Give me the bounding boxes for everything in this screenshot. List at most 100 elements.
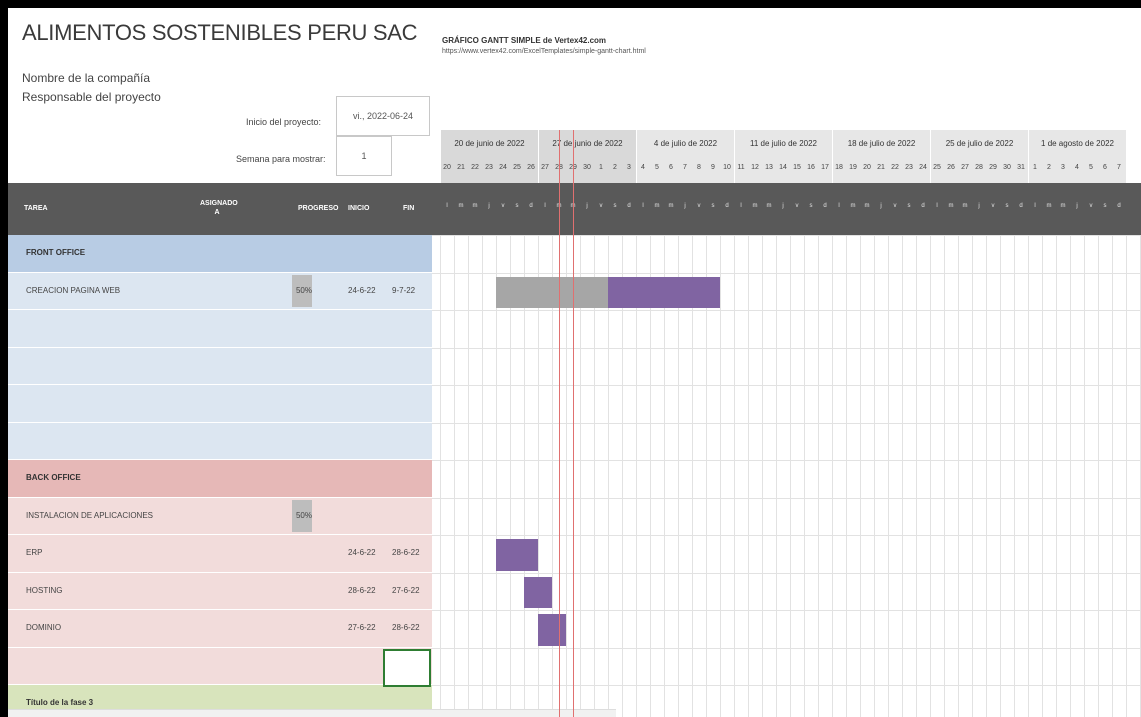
- day-letter: s: [809, 203, 813, 209]
- day-letter: m: [850, 203, 856, 209]
- display-week-label: Semana para mostrar:: [236, 154, 326, 164]
- task-name[interactable]: DOMINIO: [26, 623, 61, 632]
- selected-cell[interactable]: [383, 649, 431, 687]
- day-number: 11: [737, 164, 745, 171]
- week-label: 11 de julio de 2022: [749, 139, 818, 148]
- day-number: 15: [793, 164, 801, 171]
- day-number: 23: [905, 164, 913, 171]
- project-start-label: Inicio del proyecto:: [246, 117, 322, 127]
- day-letter: j: [782, 203, 784, 209]
- col-task-header[interactable]: TAREA: [24, 205, 48, 212]
- task-name[interactable]: INSTALACION DE APLICACIONES: [26, 511, 153, 520]
- grid-column-line: [986, 235, 987, 717]
- table-row[interactable]: INSTALACION DE APLICACIONES 50%: [8, 497, 432, 535]
- day-letter: l: [936, 203, 938, 209]
- table-row[interactable]: CREACION PAGINA WEB 50% 24-6-22 9-7-22: [8, 272, 432, 310]
- grid-row-line: [432, 272, 1141, 274]
- day-letter: d: [823, 203, 827, 209]
- day-number: 24: [919, 164, 927, 171]
- task-end-date[interactable]: 27-6-22: [392, 586, 420, 595]
- day-letter: m: [1046, 203, 1052, 209]
- today-marker-line: [559, 130, 560, 717]
- gantt-bar-remaining[interactable]: [538, 614, 566, 646]
- col-start-header[interactable]: INICIO: [348, 205, 369, 212]
- col-progress-header[interactable]: PROGRESO: [298, 205, 338, 212]
- progress-cell[interactable]: 50%: [292, 274, 312, 307]
- col-end-header[interactable]: FIN: [403, 205, 414, 212]
- section-title[interactable]: FRONT OFFICE: [26, 248, 85, 257]
- day-letter: s: [1103, 203, 1107, 209]
- day-number: 3: [627, 164, 631, 171]
- task-start-date[interactable]: 28-6-22: [348, 586, 376, 595]
- grid-column-line: [846, 235, 847, 717]
- day-number: 23: [485, 164, 493, 171]
- project-manager-field[interactable]: Responsable del proyecto: [22, 90, 161, 104]
- gantt-grid: [432, 235, 1141, 717]
- task-name[interactable]: CREACION PAGINA WEB: [26, 286, 120, 295]
- grid-column-line: [748, 235, 749, 717]
- table-row[interactable]: HOSTING 28-6-22 27-6-22: [8, 572, 432, 610]
- day-letter: s: [711, 203, 715, 209]
- table-row[interactable]: [8, 647, 432, 685]
- grid-column-line: [468, 235, 469, 717]
- day-number: 9: [711, 164, 715, 171]
- grid-column-line: [776, 235, 777, 717]
- week-label: 20 de junio de 2022: [454, 139, 525, 148]
- day-letter: v: [795, 203, 799, 209]
- grid-column-line: [1014, 235, 1015, 717]
- section-title[interactable]: BACK OFFICE: [26, 473, 81, 482]
- progress-cell[interactable]: 50%: [292, 499, 312, 532]
- grid-row-line: [432, 535, 1141, 536]
- grid-row-line: [432, 572, 1141, 574]
- week-label: 25 de julio de 2022: [945, 139, 1014, 148]
- day-letter: d: [1117, 203, 1121, 209]
- timeline-header: 20 de junio de 2022 27 de junio de 2022 4 …: [440, 130, 1141, 183]
- horizontal-scrollbar[interactable]: [8, 709, 616, 717]
- grid-column-line: [888, 235, 889, 717]
- grid-column-line: [874, 235, 875, 717]
- day-number: 14: [779, 164, 787, 171]
- table-row[interactable]: [8, 422, 432, 460]
- day-letter: v: [599, 203, 603, 209]
- gantt-url-link[interactable]: https://www.vertex42.com/ExcelTemplates/…: [442, 48, 646, 55]
- company-name-field[interactable]: Nombre de la compañía: [22, 71, 150, 85]
- section-title[interactable]: Título de la fase 3: [26, 698, 93, 707]
- table-row[interactable]: [8, 385, 432, 423]
- task-start-date[interactable]: 27-6-22: [348, 623, 376, 632]
- day-number: 18: [835, 164, 843, 171]
- task-end-date[interactable]: 28-6-22: [392, 548, 420, 557]
- task-name[interactable]: HOSTING: [26, 586, 62, 595]
- grid-row-line: [432, 685, 1141, 686]
- gantt-bar-remaining[interactable]: [524, 576, 552, 608]
- project-start-input[interactable]: vi., 2022-06-24: [336, 96, 430, 136]
- table-row[interactable]: DOMINIO 27-6-22 28-6-22: [8, 610, 432, 648]
- task-name[interactable]: ERP: [26, 548, 42, 557]
- gantt-bar-remaining[interactable]: [496, 539, 538, 571]
- section-row[interactable]: FRONT OFFICE: [8, 235, 432, 273]
- gantt-bar-done[interactable]: [496, 276, 608, 308]
- task-end-date[interactable]: 28-6-22: [392, 623, 420, 632]
- day-number: 22: [891, 164, 899, 171]
- section-row[interactable]: BACK OFFICE: [8, 460, 432, 498]
- task-end-date[interactable]: 9-7-22: [392, 286, 415, 295]
- grid-column-line: [902, 235, 903, 717]
- today-marker-line: [573, 130, 574, 717]
- day-letter: j: [488, 203, 490, 209]
- day-number: 24: [499, 164, 507, 171]
- task-start-date[interactable]: 24-6-22: [348, 548, 376, 557]
- day-letter: m: [1060, 203, 1066, 209]
- day-number: 27: [961, 164, 969, 171]
- col-assigned-header[interactable]: ASIGNADO A: [200, 199, 238, 217]
- task-start-date[interactable]: 24-6-22: [348, 286, 376, 295]
- table-row[interactable]: [8, 347, 432, 385]
- week-header: 1 de agosto de 2022: [1028, 130, 1126, 183]
- gantt-bar-remaining[interactable]: [608, 276, 720, 308]
- table-row[interactable]: [8, 310, 432, 348]
- day-letter: j: [1076, 203, 1078, 209]
- day-number: 19: [849, 164, 857, 171]
- day-letter: v: [697, 203, 701, 209]
- table-row[interactable]: ERP 24-6-22 28-6-22: [8, 535, 432, 573]
- company-title[interactable]: ALIMENTOS SOSTENIBLES PERU SAC: [22, 20, 418, 46]
- display-week-input[interactable]: 1: [336, 136, 392, 176]
- day-number: 3: [1061, 164, 1065, 171]
